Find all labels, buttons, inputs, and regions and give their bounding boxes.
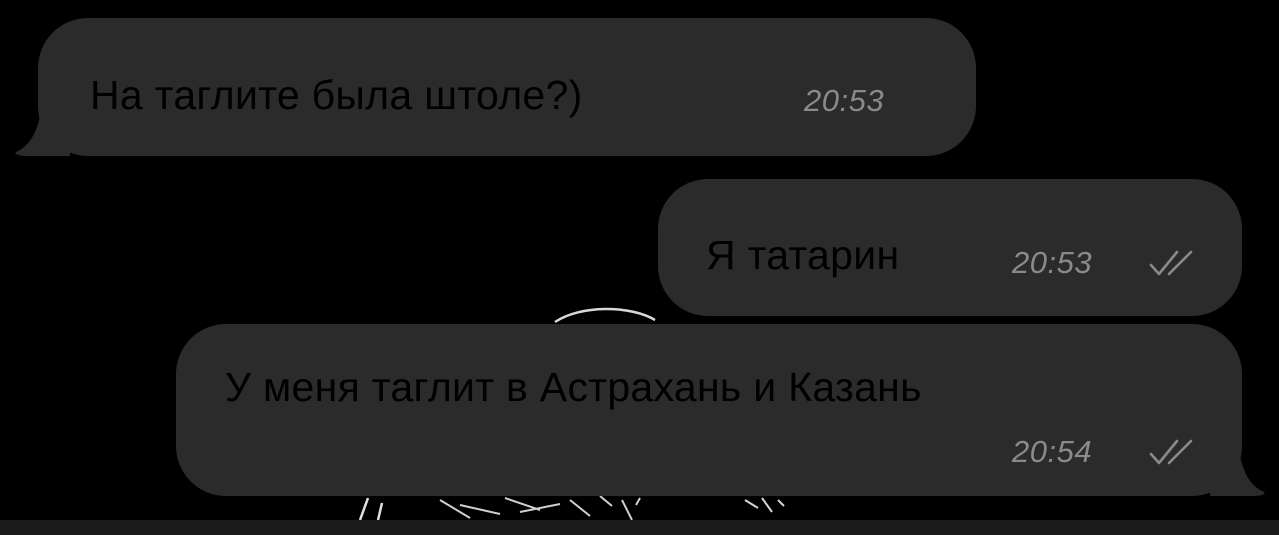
message-text: Я татарин <box>706 232 900 278</box>
bubble-tail-incoming <box>15 100 70 156</box>
message-time: 20:54 <box>1012 434 1093 469</box>
message-time: 20:53 <box>804 83 885 118</box>
message-text: У меня таглит в Астрахань и Казань <box>225 364 922 410</box>
double-check-icon <box>1149 250 1193 276</box>
message-time: 20:53 <box>1012 245 1093 280</box>
bubble-tail-outgoing <box>1210 440 1265 496</box>
chat-area: На таглите была штоле?) 20:53 Я татарин … <box>0 0 1279 520</box>
bottom-bar <box>0 520 1279 535</box>
message-text: На таглите была штоле?) <box>90 72 583 118</box>
double-check-icon <box>1149 439 1193 465</box>
